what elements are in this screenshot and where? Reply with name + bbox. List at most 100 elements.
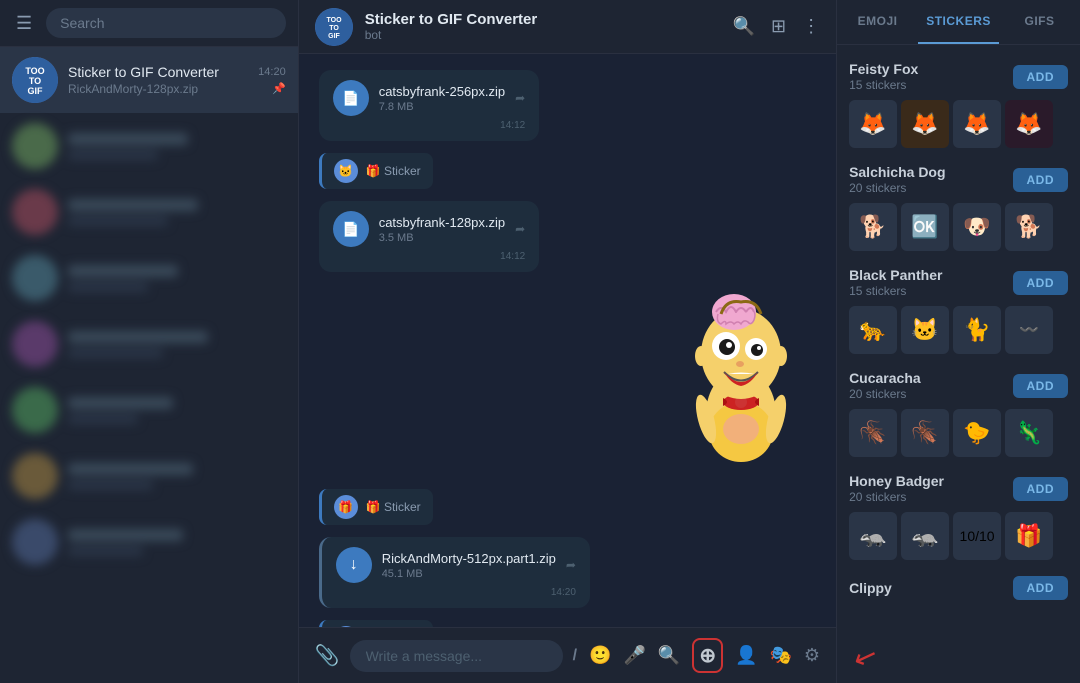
sticker-thumb[interactable]: 🐱 (901, 306, 949, 354)
list-item[interactable] (0, 179, 298, 245)
message-input[interactable] (350, 640, 563, 672)
input-icons: / 🙂 🎤 🔍 ⊕ 👤 🎭 ⚙ (573, 638, 820, 673)
forward-icon[interactable]: ➦ (515, 222, 525, 236)
section-header: Feisty Fox 15 stickers ADD (849, 61, 1068, 92)
list-item[interactable] (0, 245, 298, 311)
chat-header: TOO TO GIF Sticker to GIF Converter bot … (299, 0, 836, 54)
panel-content: Feisty Fox 15 stickers ADD 🦊 🦊 🦊 🦊 Salch… (837, 45, 1080, 683)
sticker-thumb[interactable]: 🦊 (901, 100, 949, 148)
tab-stickers[interactable]: STICKERS (918, 0, 999, 44)
add-feisty-fox-button[interactable]: ADD (1013, 65, 1069, 89)
avatar (12, 189, 58, 235)
file-message-2: 📄 catsbyfrank-128px.zip 3.5 MB ➦ 14:12 (319, 201, 540, 272)
sticker-thumb[interactable]: 🐈 (953, 306, 1001, 354)
tab-emoji[interactable]: EMOJI (837, 0, 918, 44)
chat-avatar: TOO TO GIF (315, 8, 353, 46)
msg-time: 14:12 (333, 251, 526, 262)
sticker-thumb[interactable]: 〰️ (1005, 306, 1053, 354)
file-size: 3.5 MB (379, 232, 505, 244)
avatar-icon[interactable]: 👤 (735, 645, 757, 666)
section-header: Honey Badger 20 stickers ADD (849, 473, 1068, 504)
sticker-thumb[interactable]: 🆗 (901, 203, 949, 251)
hamburger-icon[interactable]: ☰ (12, 9, 36, 38)
list-item[interactable] (0, 509, 298, 575)
sticker-section-feisty-fox: Feisty Fox 15 stickers ADD 🦊 🦊 🦊 🦊 (837, 53, 1080, 156)
sticker-thumb[interactable]: 🦡 (849, 512, 897, 560)
list-item[interactable] (0, 311, 298, 377)
file-icon: 📄 (333, 80, 369, 116)
sticker-thumb[interactable]: 10/10 (953, 512, 1001, 560)
sticker-section-black-panther: Black Panther 15 stickers ADD 🐆 🐱 🐈 〰️ (837, 259, 1080, 362)
avatar (12, 255, 58, 301)
sticker-section-clippy: Clippy ADD (837, 568, 1080, 616)
layout-icon[interactable]: ⊞ (771, 16, 786, 37)
sidebar-item-time: 14:20 (258, 66, 286, 78)
sticker-grid-honey-badger: 🦡 🦡 10/10 🎁 (849, 512, 1068, 560)
sticker-thumb[interactable]: 🐤 (953, 409, 1001, 457)
section-name: Feisty Fox (849, 61, 918, 77)
add-cucaracha-button[interactable]: ADD (1013, 374, 1069, 398)
sidebar-item-name: Sticker to GIF Converter (68, 64, 248, 80)
attach-icon[interactable]: 📎 (315, 643, 340, 668)
section-name: Black Panther (849, 267, 942, 283)
section-count: 20 stickers (849, 490, 944, 504)
forward-icon[interactable]: ➦ (566, 558, 576, 572)
forward-icon[interactable]: ➦ (515, 91, 525, 105)
sticker-thumb[interactable]: 🐕 (1005, 203, 1053, 251)
section-count: 20 stickers (849, 181, 945, 195)
sidebar-item-sticker-converter[interactable]: TOO TO GIF Sticker to GIF Converter Rick… (0, 47, 298, 113)
file-name: catsbyfrank-256px.zip (379, 84, 505, 99)
section-title-area: Black Panther 15 stickers (849, 267, 942, 298)
sidebar-header: ☰ (0, 0, 298, 47)
search-input[interactable] (46, 8, 286, 38)
sidebar-item-info (68, 397, 286, 424)
more-icon[interactable]: ⋮ (802, 16, 820, 37)
sticker-thumb[interactable]: 🦎 (1005, 409, 1053, 457)
mic-icon[interactable]: 🎤 (623, 645, 645, 666)
add-honey-badger-button[interactable]: ADD (1013, 477, 1069, 501)
sticker-thumb[interactable]: 🎁 (1005, 512, 1053, 560)
sidebar-item-info (68, 529, 286, 556)
sticker-thumb[interactable]: 🦡 (901, 512, 949, 560)
sticker-section-salchicha-dog: Salchicha Dog 20 stickers ADD 🐕 🆗 🐶 🐕 (837, 156, 1080, 259)
sticker-thumb[interactable]: 🪳 (849, 409, 897, 457)
list-item[interactable] (0, 377, 298, 443)
msg-time: 14:20 (336, 587, 576, 598)
add-salchicha-dog-button[interactable]: ADD (1013, 168, 1069, 192)
sidebar-item-info: Sticker to GIF Converter RickAndMorty-12… (68, 64, 248, 96)
gear-icon[interactable]: ⚙ (804, 645, 820, 666)
download-button[interactable]: ↓ (336, 547, 372, 583)
section-title-area: Honey Badger 20 stickers (849, 473, 944, 504)
svg-text:TO: TO (29, 76, 41, 86)
sticker-grid-salchicha: 🐕 🆗 🐶 🐕 (849, 203, 1068, 251)
sidebar-item-preview: RickAndMorty-128px.zip (68, 82, 248, 96)
sticker-thumb[interactable]: 🦊 (849, 100, 897, 148)
sticker-thumb[interactable]: 🦊 (953, 100, 1001, 148)
sidebar-item-info (68, 265, 286, 292)
slash-icon[interactable]: / (573, 647, 577, 665)
file-name: RickAndMorty-512px.part1.zip (382, 551, 556, 566)
add-black-panther-button[interactable]: ADD (1013, 271, 1069, 295)
add-circle-icon[interactable]: ⊕ (692, 638, 723, 673)
search-icon-input[interactable]: 🔍 (658, 645, 680, 666)
tab-gifs[interactable]: GIFS (999, 0, 1080, 44)
sticker-thumb[interactable]: 🐕 (849, 203, 897, 251)
sidebar: ☰ TOO TO GIF Sticker to GIF Converter Ri… (0, 0, 299, 683)
sticker-thumb[interactable]: 🦊 (1005, 100, 1053, 148)
emoji-icon[interactable]: 🙂 (589, 645, 611, 666)
file-info: RickAndMorty-512px.part1.zip 45.1 MB (382, 551, 556, 580)
svg-text:TOO: TOO (326, 17, 342, 24)
avatar (12, 123, 58, 169)
list-item[interactable] (0, 443, 298, 509)
sticker-thumb[interactable]: 🐶 (953, 203, 1001, 251)
file-info: catsbyfrank-256px.zip 7.8 MB (379, 84, 505, 113)
list-item[interactable] (0, 113, 298, 179)
sticker-thumb[interactable]: 🪳 (901, 409, 949, 457)
sticker-indicator-3: 🎁 🎁 Sticker (319, 620, 433, 627)
search-icon[interactable]: 🔍 (733, 16, 755, 37)
add-clippy-button[interactable]: ADD (1013, 576, 1069, 600)
morty-sticker (666, 284, 816, 464)
chat-input-area: 📎 / 🙂 🎤 🔍 ⊕ 👤 🎭 ⚙ (299, 627, 836, 683)
sticker-thumb[interactable]: 🐆 (849, 306, 897, 354)
sticker-panel-icon[interactable]: 🎭 (770, 645, 792, 666)
